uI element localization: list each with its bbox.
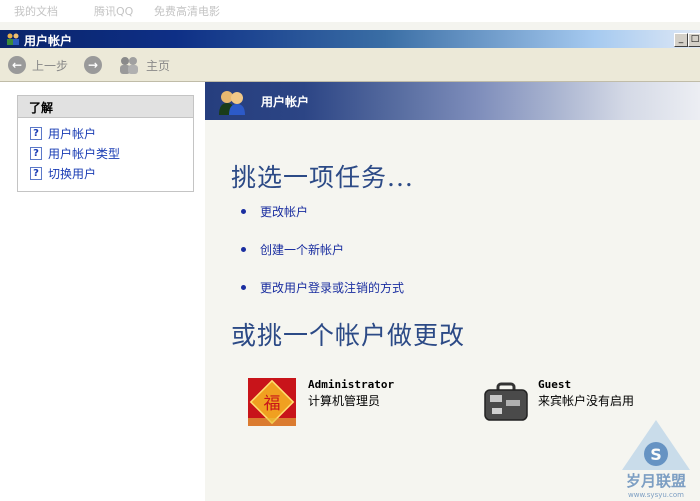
sidebar-item-label: 切换用户 [48, 166, 97, 181]
desktop-strip: 我的文档 腾讯QQ 免费高清电影 [0, 0, 700, 22]
account-name: Administrator [308, 378, 395, 391]
window-titlebar[interactable]: 用户帐户 _ □ [0, 30, 700, 48]
minimize-button[interactable]: _ [674, 33, 688, 47]
user-accounts-icon [219, 91, 245, 115]
toolbar: ← 上一步 → 主页 [0, 48, 700, 82]
task-change-account[interactable]: 更改帐户 [241, 203, 309, 220]
sidebar-item-account-types[interactable]: ? 用户帐户类型 [18, 143, 193, 163]
back-button[interactable]: ← 上一步 [8, 54, 68, 76]
home-users-icon [120, 57, 138, 74]
account-name: Guest [538, 378, 572, 391]
window-title: 用户帐户 [24, 34, 73, 48]
bullet-icon [241, 209, 246, 214]
back-label: 上一步 [32, 58, 69, 73]
account-description: 来宾帐户没有启用 [538, 394, 635, 408]
sidebar-item-label: 用户帐户 [48, 126, 97, 141]
help-icon: ? [30, 126, 42, 140]
learn-about-title: 了解 [18, 96, 193, 118]
header-banner: 用户帐户 [205, 82, 700, 120]
bullet-icon [241, 285, 246, 290]
home-button[interactable]: 主页 [118, 54, 170, 76]
task-label: 更改用户登录或注销的方式 [260, 281, 405, 295]
suitcase-icon [484, 382, 528, 421]
desktop-item-movies[interactable]: 免费高清电影 [154, 3, 220, 19]
learn-about-box: 了解 ? 用户帐户 ? 用户帐户类型 ? 切换用户 [17, 95, 194, 192]
maximize-button[interactable]: □ [688, 33, 700, 47]
banner-title: 用户帐户 [261, 95, 310, 109]
watermark-logo: S 岁月联盟 www.sysyu.com [622, 420, 690, 499]
users-icon [7, 33, 19, 45]
desktop-item-qq[interactable]: 腾讯QQ [94, 3, 133, 19]
sidebar-item-switch-user[interactable]: ? 切换用户 [18, 163, 193, 183]
help-icon: ? [30, 166, 42, 180]
forward-button[interactable]: → [84, 54, 102, 76]
svg-text:S: S [650, 445, 662, 464]
fu-picture-icon: 福 [248, 378, 296, 426]
forward-arrow-icon: → [84, 56, 102, 74]
back-arrow-icon: ← [8, 56, 26, 74]
account-administrator[interactable]: 福 Administrator 计算机管理员 [248, 378, 394, 426]
task-heading: 挑选一项任务... [231, 163, 414, 192]
task-label: 更改帐户 [260, 205, 309, 219]
svg-text:福: 福 [264, 394, 281, 414]
watermark-text: 岁月联盟 [626, 472, 686, 490]
home-label: 主页 [146, 58, 171, 73]
left-panel: 了解 ? 用户帐户 ? 用户帐户类型 ? 切换用户 [0, 82, 205, 501]
account-description: 计算机管理员 [308, 394, 381, 408]
help-icon: ? [30, 146, 42, 160]
watermark-url: www.sysyu.com [628, 491, 684, 499]
bullet-icon [241, 247, 246, 252]
task-change-logon[interactable]: 更改用户登录或注销的方式 [241, 279, 405, 296]
sidebar-item-label: 用户帐户类型 [48, 146, 121, 161]
account-heading: 或挑一个帐户做更改 [231, 321, 466, 350]
desktop-item-documents[interactable]: 我的文档 [14, 3, 58, 19]
sidebar-item-user-accounts[interactable]: ? 用户帐户 [18, 123, 193, 143]
task-label: 创建一个新帐户 [260, 243, 345, 257]
task-create-account[interactable]: 创建一个新帐户 [241, 241, 345, 258]
